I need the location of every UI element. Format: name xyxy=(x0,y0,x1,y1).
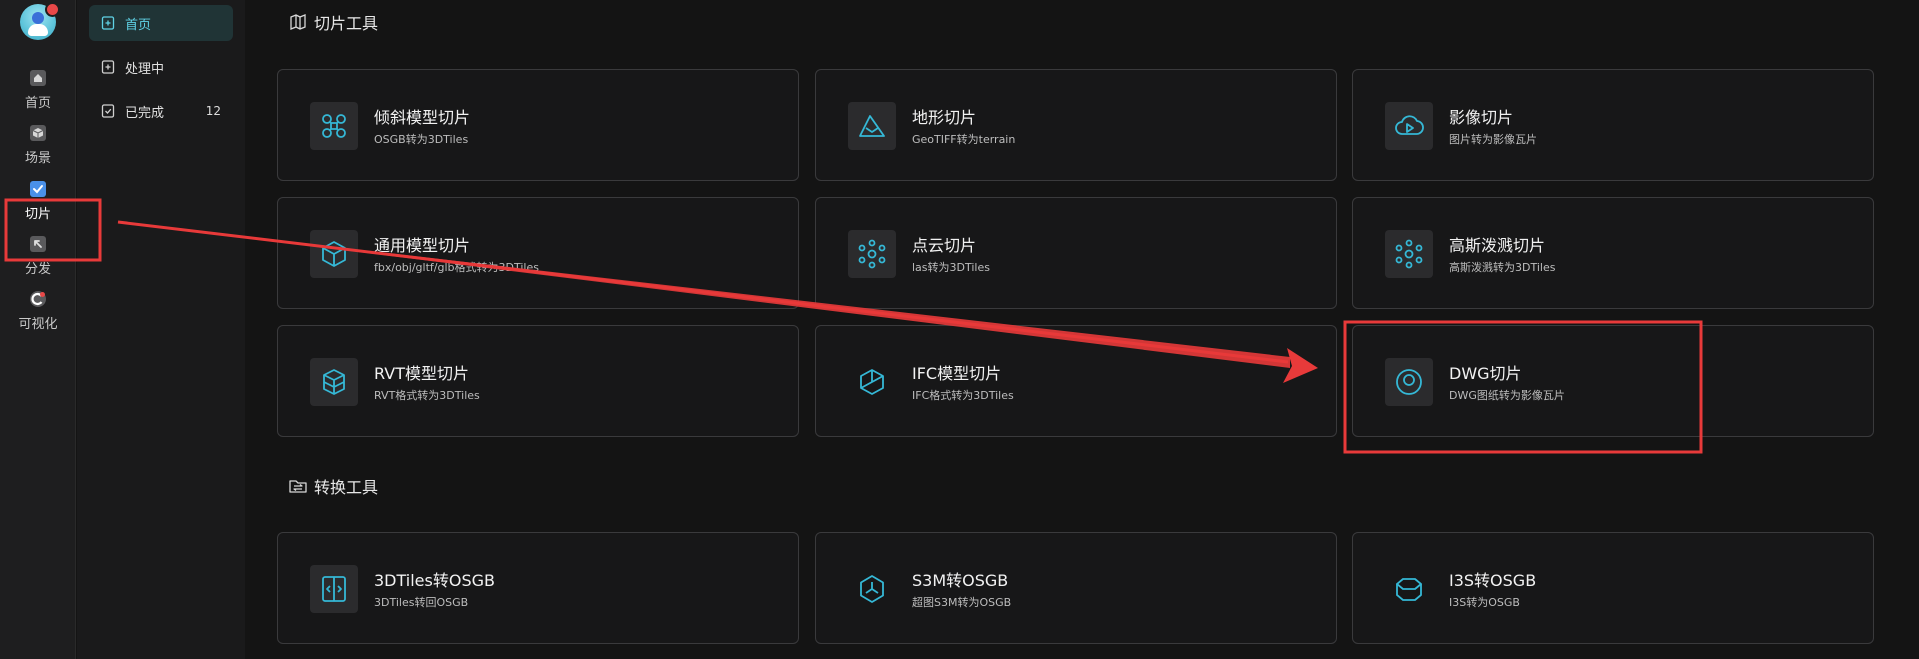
submenu-item-completed[interactable]: 已完成 12 xyxy=(89,93,233,129)
card-desc: GeoTIFF转为terrain xyxy=(912,133,1016,146)
card-oblique-model-slice[interactable]: 倾斜模型切片 OSGB转为3DTiles xyxy=(277,69,799,181)
drone-icon xyxy=(310,102,358,150)
card-title: 点云切片 xyxy=(912,236,977,255)
app-window: 首页 场景 切片 分发 可视化 首页 处理中 已完成 12 切片工具 倾斜模型切… xyxy=(0,0,1919,659)
card-desc: 超图S3M转为OSGB xyxy=(912,596,1012,609)
rail-item-distribute[interactable]: 分发 xyxy=(0,228,76,284)
card-desc: IFC格式转为3DTiles xyxy=(912,389,1014,402)
cube-icon xyxy=(29,124,47,142)
mountain-icon xyxy=(848,102,896,150)
card-ifc-model-slice[interactable]: IFC模型切片 IFC格式转为3DTiles xyxy=(815,325,1337,437)
card-title: 地形切片 xyxy=(912,108,977,127)
card-desc: 高斯泼溅转为3DTiles xyxy=(1449,261,1556,274)
rail-label-scene: 场景 xyxy=(24,151,51,166)
boxes-icon xyxy=(310,358,358,406)
slice-icon xyxy=(29,180,47,198)
page-add-icon xyxy=(101,60,115,74)
card-title: 高斯泼溅切片 xyxy=(1449,236,1546,255)
rail-label-slice: 切片 xyxy=(24,207,51,222)
package-icon xyxy=(1385,565,1433,613)
card-terrain-slice[interactable]: 地形切片 GeoTIFF转为terrain xyxy=(815,69,1337,181)
card-title: DWG切片 xyxy=(1449,364,1522,383)
card-general-model-slice[interactable]: 通用模型切片 fbx/obj/gltf/glb格式转为3DTiles xyxy=(277,197,799,309)
card-s3m-to-osgb[interactable]: S3M转OSGB 超图S3M转为OSGB xyxy=(815,532,1337,644)
card-desc: 3DTiles转回OSGB xyxy=(374,596,469,609)
box-icon xyxy=(310,230,358,278)
rail-item-home[interactable]: 首页 xyxy=(0,62,76,118)
card-title: 影像切片 xyxy=(1449,108,1514,127)
rail-item-visualize[interactable]: 可视化 xyxy=(0,283,76,339)
card-title: I3S转OSGB xyxy=(1449,571,1537,590)
rail-label-home: 首页 xyxy=(24,96,51,111)
card-desc: 图片转为影像瓦片 xyxy=(1449,133,1537,146)
point-cloud-icon xyxy=(848,230,896,278)
card-i3s-to-osgb[interactable]: I3S转OSGB I3S转为OSGB xyxy=(1352,532,1874,644)
notification-badge-icon xyxy=(45,2,60,17)
card-desc: fbx/obj/gltf/glb格式转为3DTiles xyxy=(374,261,539,274)
folder-swap-icon xyxy=(289,480,307,493)
card-title: 通用模型切片 xyxy=(374,236,471,255)
card-desc: las转为3DTiles xyxy=(912,261,990,274)
card-title: S3M转OSGB xyxy=(912,571,1009,590)
distribute-icon xyxy=(29,235,47,253)
hexagon-icon xyxy=(848,565,896,613)
card-title: RVT模型切片 xyxy=(374,364,469,383)
card-3dtiles-to-osgb[interactable]: 3DTiles转OSGB 3DTiles转回OSGB xyxy=(277,532,799,644)
submenu-label-processing: 处理中 xyxy=(125,61,165,77)
rail-item-slice[interactable]: 切片 xyxy=(0,173,76,229)
section-title-convert-tools: 转换工具 xyxy=(288,474,378,498)
card-desc: I3S转为OSGB xyxy=(1449,596,1520,609)
home-icon xyxy=(29,69,47,87)
page-add-icon xyxy=(101,16,115,30)
card-desc: DWG图纸转为影像瓦片 xyxy=(1449,389,1565,402)
completed-count-badge: 12 xyxy=(205,104,221,118)
user-avatar[interactable] xyxy=(20,2,60,40)
rail-item-scene[interactable]: 场景 xyxy=(0,117,76,173)
file-code-icon xyxy=(310,565,358,613)
page-check-icon xyxy=(101,104,115,118)
card-title: 倾斜模型切片 xyxy=(374,108,471,127)
rail-label-distribute: 分发 xyxy=(24,262,51,277)
rail-label-visualize: 可视化 xyxy=(18,317,58,332)
section-title-text: 转换工具 xyxy=(314,478,379,497)
submenu-label-completed: 已完成 xyxy=(125,105,165,121)
card-rvt-model-slice[interactable]: RVT模型切片 RVT格式转为3DTiles xyxy=(277,325,799,437)
circle-icon xyxy=(1385,358,1433,406)
cube-outline-icon xyxy=(848,358,896,406)
submenu-item-processing[interactable]: 处理中 xyxy=(89,49,233,85)
main-content: 切片工具 倾斜模型切片 OSGB转为3DTiles 地形切片 GeoTIFF转为… xyxy=(245,0,1919,659)
nav-rail: 首页 场景 切片 分发 可视化 xyxy=(0,0,76,659)
avatar-body xyxy=(28,24,48,36)
card-gaussian-splat-slice[interactable]: 高斯泼溅切片 高斯泼溅转为3DTiles xyxy=(1352,197,1874,309)
section-title-text: 切片工具 xyxy=(314,14,379,33)
submenu-label-home: 首页 xyxy=(125,17,152,33)
avatar-face xyxy=(32,12,44,24)
secondary-menu: 首页 处理中 已完成 12 xyxy=(77,0,245,659)
card-title: 3DTiles转OSGB xyxy=(374,571,495,590)
card-desc: OSGB转为3DTiles xyxy=(374,133,469,146)
visualize-icon xyxy=(29,290,47,308)
card-title: IFC模型切片 xyxy=(912,364,1002,383)
map-icon xyxy=(290,14,306,30)
submenu-item-home[interactable]: 首页 xyxy=(89,5,233,41)
card-desc: RVT格式转为3DTiles xyxy=(374,389,480,402)
section-title-slice-tools: 切片工具 xyxy=(288,10,378,34)
cloud-play-icon xyxy=(1385,102,1433,150)
card-dwg-slice[interactable]: DWG切片 DWG图纸转为影像瓦片 xyxy=(1352,325,1874,437)
card-imagery-slice[interactable]: 影像切片 图片转为影像瓦片 xyxy=(1352,69,1874,181)
point-cloud-icon xyxy=(1385,230,1433,278)
card-point-cloud-slice[interactable]: 点云切片 las转为3DTiles xyxy=(815,197,1337,309)
